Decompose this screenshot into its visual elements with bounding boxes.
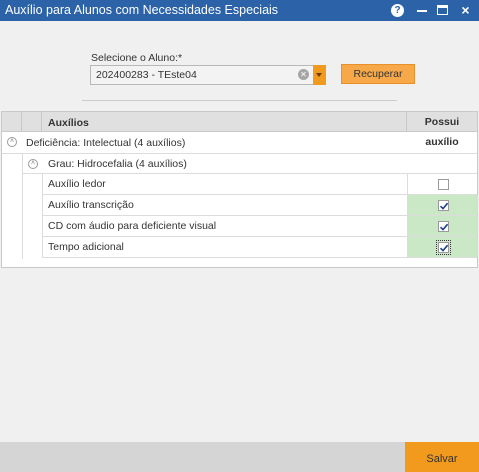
aids-grid: Auxílios Possui auxílio ˄ Deficiência: I… xyxy=(1,111,478,268)
check-icon xyxy=(439,223,449,231)
group-row-grau: ˄ Grau: Hidrocefalia (4 auxílios) xyxy=(22,154,477,174)
recover-button[interactable]: Recuperar xyxy=(341,64,415,84)
chevron-down-icon xyxy=(316,73,322,77)
collapse-icon[interactable]: ˄ xyxy=(7,137,17,147)
aid-checkbox-cell[interactable] xyxy=(407,195,478,215)
aid-label: CD com áudio para deficiente visual xyxy=(48,220,217,232)
collapse-icon[interactable]: ˄ xyxy=(28,159,38,169)
aid-checkbox[interactable] xyxy=(436,240,451,255)
check-icon xyxy=(439,202,449,210)
group-row-deficiencia: ˄ Deficiência: Intelectual (4 auxílios) xyxy=(2,132,477,154)
close-button[interactable]: × xyxy=(457,2,474,19)
aid-label: Auxílio transcrição xyxy=(48,199,134,211)
minimize-button[interactable] xyxy=(413,2,430,19)
maximize-button[interactable] xyxy=(434,2,451,19)
aid-checkbox-cell[interactable] xyxy=(407,216,478,236)
maximize-icon xyxy=(437,5,448,15)
header-spacer xyxy=(22,112,42,132)
check-icon xyxy=(439,244,449,252)
aid-label: Auxílio ledor xyxy=(48,178,106,190)
subgroup-label: Grau: Hidrocefalia (4 auxílios) xyxy=(48,158,187,170)
aid-row[interactable]: Auxílio transcrição xyxy=(42,195,478,216)
group-label: Deficiência: Intelectual (4 auxílios) xyxy=(26,137,186,149)
column-header-auxilios[interactable]: Auxílios xyxy=(48,117,89,129)
aid-row[interactable]: Auxílio ledor xyxy=(42,174,477,195)
aid-checkbox-cell[interactable] xyxy=(407,174,478,194)
help-button[interactable]: ? xyxy=(389,2,406,19)
aid-row[interactable]: CD com áudio para deficiente visual xyxy=(42,216,478,237)
aid-checkbox[interactable] xyxy=(438,200,449,211)
clear-icon[interactable]: ✕ xyxy=(298,69,309,80)
divider xyxy=(82,100,397,101)
minimize-icon xyxy=(416,10,427,12)
student-label: Selecione o Aluno:* xyxy=(91,52,183,64)
aid-row[interactable]: Tempo adicional xyxy=(42,237,478,258)
title-bar: Auxílio para Alunos com Necessidades Esp… xyxy=(0,0,479,21)
grid-header: Auxílios Possui auxílio xyxy=(2,112,477,148)
header-spacer xyxy=(2,112,22,132)
dialog-body: Selecione o Aluno:* 202400283 - TEste04 … xyxy=(0,21,479,442)
column-header-possui[interactable]: Possui auxílio xyxy=(406,112,477,148)
aid-checkbox[interactable] xyxy=(438,179,449,190)
window-title: Auxílio para Alunos com Necessidades Esp… xyxy=(5,3,279,17)
dropdown-button[interactable] xyxy=(313,65,326,85)
student-combobox[interactable]: 202400283 - TEste04 ✕ xyxy=(90,65,326,85)
aid-checkbox-cell[interactable] xyxy=(407,237,478,257)
aid-checkbox[interactable] xyxy=(438,221,449,232)
save-button[interactable]: Salvar xyxy=(405,442,479,472)
help-icon: ? xyxy=(391,4,404,17)
aid-label: Tempo adicional xyxy=(48,241,124,253)
student-value[interactable]: 202400283 - TEste04 xyxy=(96,69,197,81)
